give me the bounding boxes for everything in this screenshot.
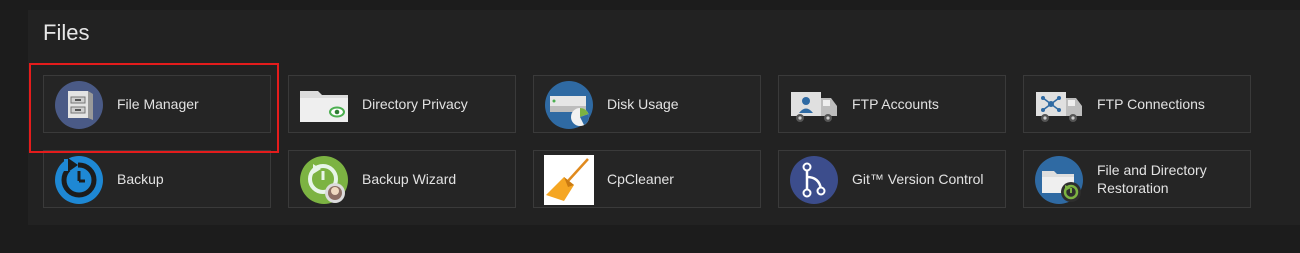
tile-label: CpCleaner <box>607 171 674 187</box>
tile-backup-wizard[interactable]: Backup Wizard <box>288 150 516 208</box>
ftp-connections-icon <box>1036 92 1082 122</box>
backup-wizard-icon <box>300 156 348 204</box>
tile-label: Backup <box>117 171 164 187</box>
directory-privacy-icon <box>300 91 348 122</box>
tile-label: File Manager <box>117 96 199 112</box>
tile-disk-usage[interactable]: Disk Usage <box>533 75 761 133</box>
tile-label: Git™ Version Control <box>852 171 984 187</box>
tile-ftp-connections[interactable]: FTP Connections <box>1023 75 1251 133</box>
tile-file-manager[interactable]: File Manager <box>43 75 271 133</box>
tile-cpcleaner[interactable]: CpCleaner <box>533 150 761 208</box>
tile-label: FTP Accounts <box>852 96 939 112</box>
section-title: Files <box>43 20 90 45</box>
file-restoration-icon <box>1035 156 1083 204</box>
tile-backup[interactable]: Backup <box>43 150 271 208</box>
tile-label: Directory Privacy <box>362 96 468 112</box>
cpcleaner-icon <box>544 155 594 205</box>
disk-usage-icon <box>545 81 593 129</box>
tile-git-version-control[interactable]: Git™ Version Control <box>778 150 1006 208</box>
git-version-control-icon <box>790 156 838 204</box>
tile-label: Disk Usage <box>607 96 679 112</box>
tile-label: Backup Wizard <box>362 171 457 187</box>
tile-label: FTP Connections <box>1097 96 1205 112</box>
tile-file-restoration[interactable]: File and Directory Restoration <box>1023 150 1251 208</box>
tile-label: File and Directory Restoration <box>1097 162 1207 196</box>
tile-directory-privacy[interactable]: Directory Privacy <box>288 75 516 133</box>
file-manager-icon <box>55 81 103 129</box>
backup-icon <box>55 156 103 204</box>
ftp-accounts-icon <box>791 92 837 122</box>
tile-ftp-accounts[interactable]: FTP Accounts <box>778 75 1006 133</box>
